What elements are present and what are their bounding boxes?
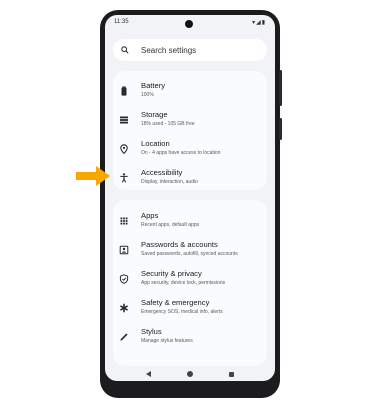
settings-item-stylus[interactable]: Stylus Manage stylus features (113, 323, 267, 351)
settings-item-location[interactable]: Location On - 4 apps have access to loca… (113, 135, 267, 163)
battery-icon (117, 84, 131, 98)
settings-item-battery[interactable]: Battery 100% (113, 77, 267, 105)
settings-item-subtitle: Manage stylus features (141, 338, 193, 344)
settings-item-title: Battery (141, 81, 166, 90)
settings-item-title: Stylus (141, 327, 162, 336)
settings-item-subtitle: 18% used - 105 GB free (141, 121, 195, 127)
apps-icon (117, 214, 131, 228)
recent-apps-icon[interactable] (229, 371, 234, 377)
settings-item-title: Apps (141, 211, 159, 220)
stylus-icon (117, 330, 131, 344)
phone-screen: 11:35 ▾◢▮ Search settings Battery 100% S… (105, 15, 275, 381)
storage-icon (117, 113, 131, 127)
settings-item-title: Location (141, 139, 170, 148)
search-icon (121, 46, 137, 54)
search-placeholder: Search settings (141, 45, 197, 55)
settings-item-subtitle: App security, device lock, permissions (141, 280, 226, 286)
power-button (279, 118, 282, 140)
accessibility-icon (117, 171, 131, 185)
emergency-icon (117, 301, 131, 315)
settings-item-title: Safety & emergency (141, 298, 210, 307)
settings-item-title: Storage (141, 110, 168, 119)
status-icons: ▾◢▮ (252, 20, 266, 26)
settings-group-1: Battery 100% Storage 18% used - 105 GB f… (113, 71, 267, 190)
status-time: 11:35 (114, 19, 129, 25)
settings-item-title: Accessibility (141, 168, 183, 177)
volume-button (279, 70, 282, 106)
settings-item-safety-emergency[interactable]: Safety & emergency Emergency SOS, medica… (113, 294, 267, 322)
back-icon[interactable] (146, 371, 151, 377)
settings-item-subtitle: 100% (141, 92, 154, 98)
status-bar: 11:35 ▾◢▮ (105, 15, 275, 33)
settings-item-storage[interactable]: Storage 18% used - 105 GB free (113, 106, 267, 134)
settings-item-passwords-accounts[interactable]: Passwords & accounts Saved passwords, au… (113, 236, 267, 264)
pointer-arrow-icon (76, 166, 110, 186)
location-icon (117, 142, 131, 156)
settings-item-subtitle: Recent apps, default apps (141, 222, 200, 228)
settings-item-security-privacy[interactable]: Security & privacy App security, device … (113, 265, 267, 293)
settings-item-title: Passwords & accounts (141, 240, 218, 249)
settings-item-subtitle: Display, interaction, audio (141, 179, 198, 185)
pointer-arrow-shape (76, 166, 110, 186)
settings-item-subtitle: Emergency SOS, medical info, alerts (141, 309, 223, 315)
settings-item-title: Security & privacy (141, 269, 202, 278)
front-camera (185, 20, 193, 28)
settings-item-subtitle: On - 4 apps have access to location (141, 150, 221, 156)
settings-group-2: Apps Recent apps, default apps Passwords… (113, 200, 267, 366)
settings-item-apps[interactable]: Apps Recent apps, default apps (113, 207, 267, 235)
search-settings-bar[interactable]: Search settings (113, 39, 267, 61)
settings-item-subtitle: Saved passwords, autofill, synced accoun… (141, 251, 238, 257)
settings-item-accessibility[interactable]: Accessibility Display, interaction, audi… (113, 164, 267, 192)
passwords-icon (117, 243, 131, 257)
navigation-bar (105, 367, 275, 381)
home-icon[interactable] (187, 371, 193, 377)
shield-icon (117, 272, 131, 286)
